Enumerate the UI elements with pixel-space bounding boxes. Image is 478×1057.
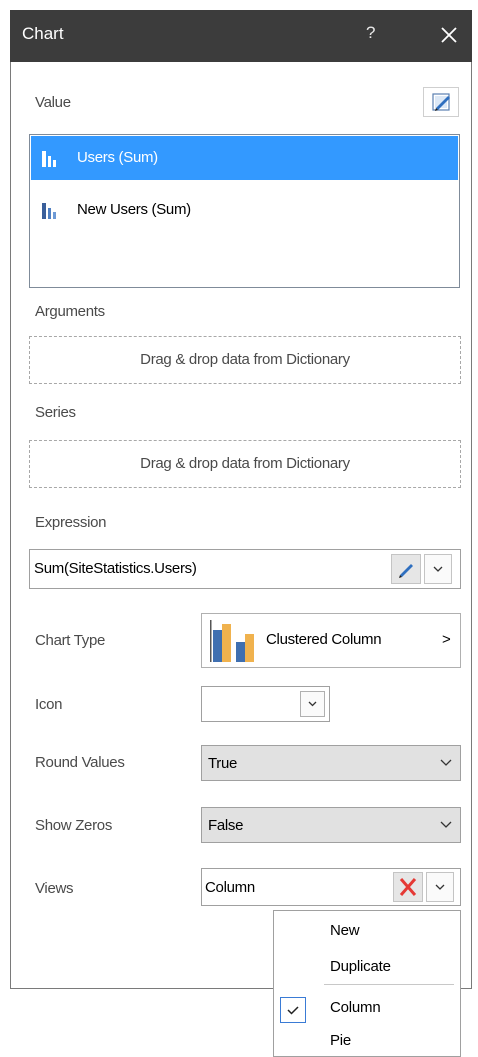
show-zeros-label: Show Zeros — [35, 817, 113, 834]
menu-item-pie[interactable]: Pie — [330, 1032, 351, 1049]
round-values-value: True — [208, 755, 238, 772]
bar-chart-icon — [42, 203, 56, 219]
icon-dropdown-button[interactable] — [300, 691, 325, 717]
menu-item-column[interactable]: Column — [330, 999, 381, 1016]
expression-field[interactable]: Sum(SiteStatistics.Users) — [29, 549, 461, 589]
series-drop-zone[interactable]: Drag & drop data from Dictionary — [29, 440, 461, 488]
expression-label: Expression — [35, 514, 107, 531]
edit-expression-button[interactable] — [391, 554, 421, 584]
arguments-drop-zone[interactable]: Drag & drop data from Dictionary — [29, 336, 461, 384]
list-item-label: New Users (Sum) — [77, 201, 191, 218]
window-title: Chart — [22, 24, 64, 43]
series-label: Series — [35, 404, 76, 421]
chevron-right-icon: > — [442, 631, 451, 648]
list-item[interactable]: New Users (Sum) — [31, 188, 458, 232]
value-label: Value — [35, 94, 71, 111]
views-menu: New Duplicate Column Pie — [273, 910, 461, 1057]
clustered-column-icon — [210, 620, 254, 662]
views-label: Views — [35, 880, 74, 897]
icon-selector[interactable] — [201, 686, 330, 722]
bar-chart-icon — [42, 151, 56, 167]
edit-pencil-icon — [432, 93, 450, 111]
menu-separator — [324, 984, 454, 985]
chevron-down-icon — [308, 701, 317, 707]
chevron-down-icon — [440, 821, 452, 828]
icon-label: Icon — [35, 696, 63, 713]
value-list[interactable]: Users (Sum) New Users (Sum) — [29, 134, 460, 288]
check-icon — [287, 1006, 299, 1015]
menu-item-new[interactable]: New — [330, 922, 360, 939]
views-field[interactable]: Column — [201, 868, 461, 906]
show-zeros-select[interactable]: False — [201, 807, 461, 843]
title-bar: Chart ? — [10, 10, 472, 62]
pencil-icon — [399, 564, 413, 578]
edit-values-button[interactable] — [423, 87, 459, 117]
chevron-down-icon — [435, 884, 445, 890]
chart-type-selector[interactable]: Clustered Column > — [201, 613, 461, 668]
list-item-label: Users (Sum) — [77, 149, 158, 166]
delete-x-icon — [399, 878, 417, 896]
chart-type-label: Chart Type — [35, 632, 106, 649]
close-icon[interactable] — [438, 24, 460, 46]
help-button[interactable]: ? — [366, 23, 375, 43]
views-value: Column — [205, 879, 255, 896]
arguments-label: Arguments — [35, 303, 105, 320]
list-item[interactable]: Users (Sum) — [31, 136, 458, 180]
chevron-down-icon — [433, 566, 443, 572]
chevron-down-icon — [440, 759, 452, 766]
round-values-label: Round Values — [35, 754, 125, 771]
column-checkbox[interactable] — [280, 997, 306, 1023]
menu-item-duplicate[interactable]: Duplicate — [330, 958, 391, 975]
chart-type-value: Clustered Column — [266, 631, 382, 648]
views-dropdown-button[interactable] — [426, 872, 454, 902]
expression-value: Sum(SiteStatistics.Users) — [34, 560, 197, 577]
delete-view-button[interactable] — [393, 872, 423, 902]
expression-dropdown-button[interactable] — [424, 554, 452, 584]
round-values-select[interactable]: True — [201, 745, 461, 781]
show-zeros-value: False — [208, 817, 244, 834]
